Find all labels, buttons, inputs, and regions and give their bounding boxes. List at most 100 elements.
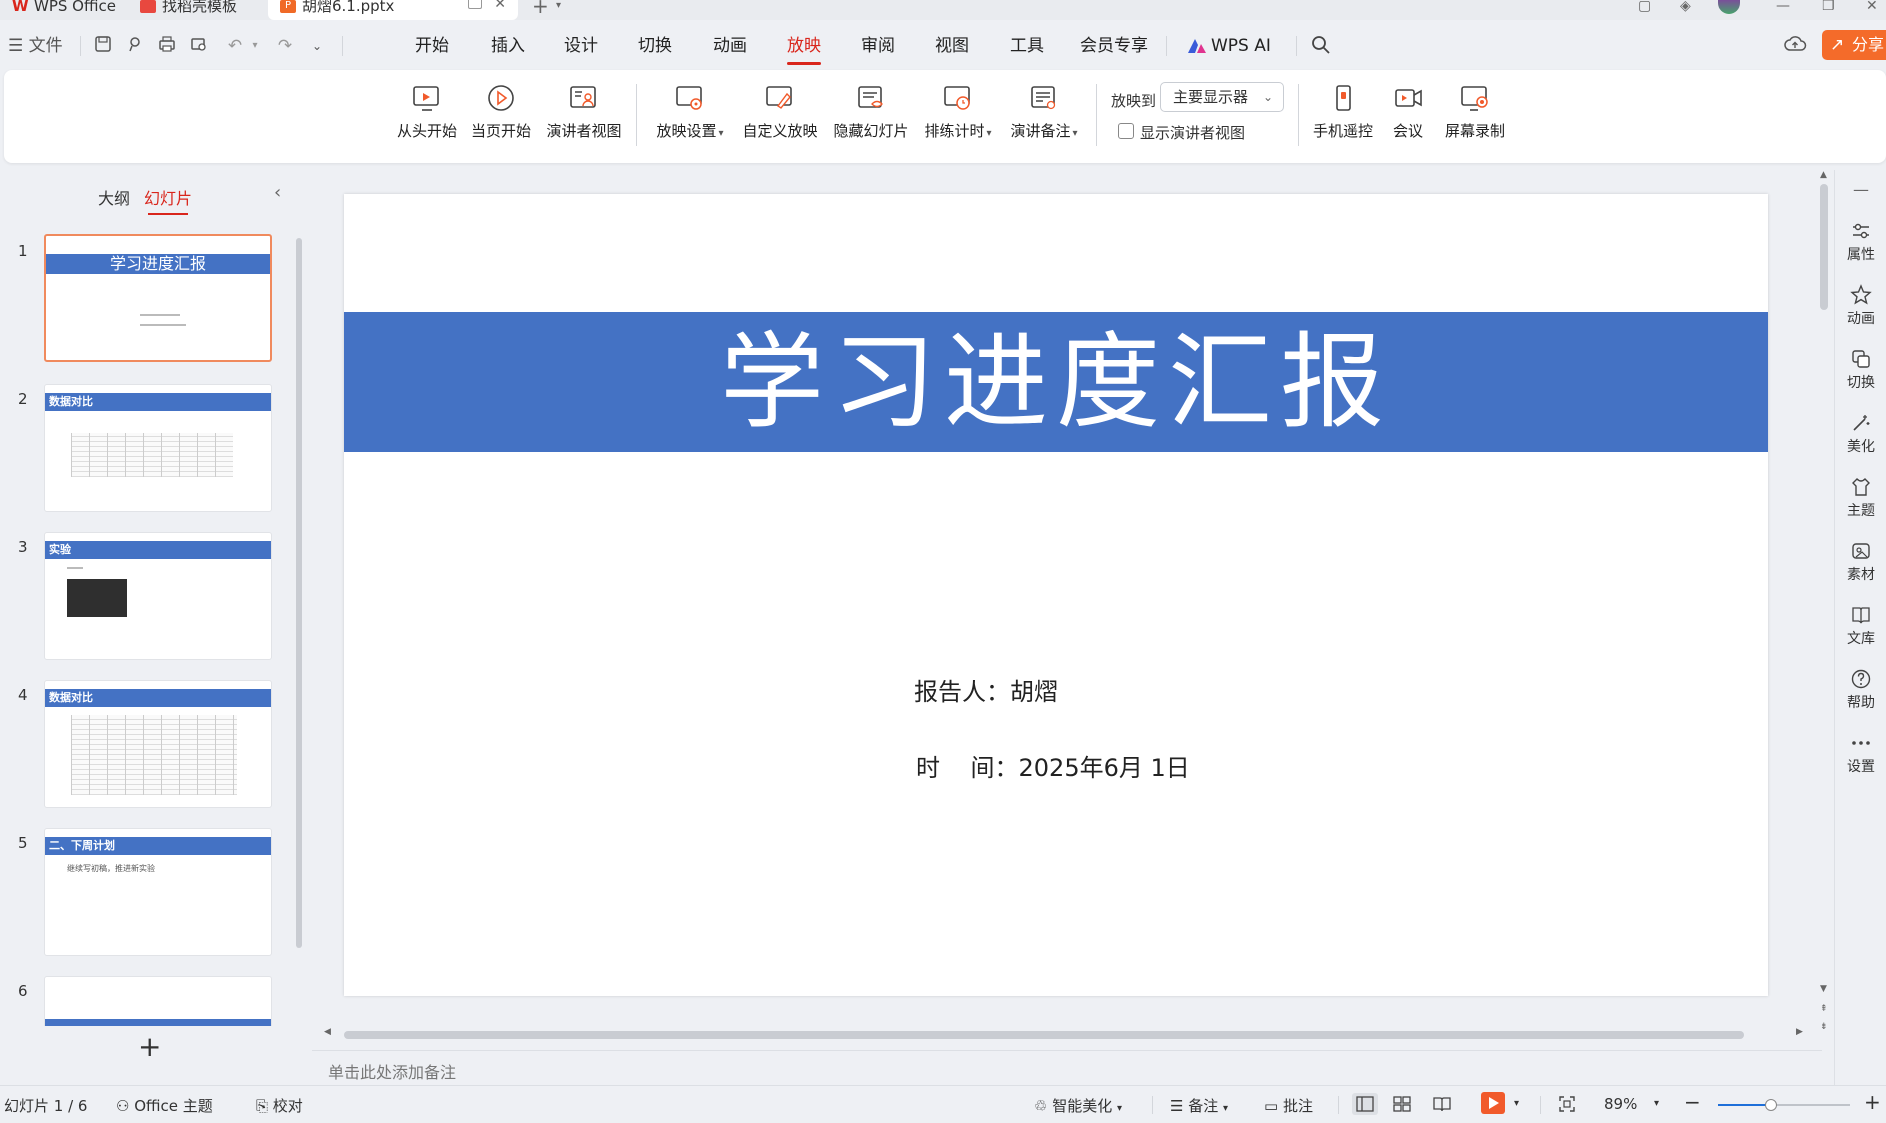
- zoom-out-button[interactable]: −: [1684, 1090, 1701, 1114]
- scroll-up-icon[interactable]: ▲: [1820, 170, 1827, 180]
- phone-remote-button[interactable]: 手机遥控: [1310, 84, 1376, 141]
- add-slide-button[interactable]: +: [138, 1030, 161, 1063]
- date-text[interactable]: 时 间：2025年6月 1日: [916, 748, 1190, 783]
- proofread-button[interactable]: ⎘ 校对: [256, 1095, 303, 1116]
- slide-thumbnail-1[interactable]: 学习进度汇报: [44, 234, 272, 362]
- menu-review[interactable]: 审阅: [861, 34, 895, 58]
- menu-home[interactable]: 开始: [415, 34, 449, 58]
- minimize-pane-icon[interactable]: —: [1853, 180, 1869, 199]
- save-icon[interactable]: [92, 35, 114, 57]
- zoom-in-button[interactable]: +: [1864, 1090, 1881, 1114]
- sidebar-item-properties[interactable]: 属性: [1835, 220, 1886, 264]
- file-menu[interactable]: ☰ 文件: [8, 35, 66, 57]
- slide-thumbnail-3[interactable]: 实验: [44, 532, 272, 660]
- sidebar-item-settings[interactable]: 设置: [1835, 732, 1886, 776]
- theme-indicator[interactable]: ⚇ Office 主题: [116, 1095, 213, 1116]
- current-slide[interactable]: 学习进度汇报 报告人：胡熠 时 间：2025年6月 1日: [344, 194, 1768, 996]
- present-to-select[interactable]: 主要显示器 ⌄: [1160, 82, 1284, 112]
- start-from-current-button[interactable]: 当页开始: [466, 84, 536, 141]
- print-preview-icon[interactable]: [188, 35, 210, 57]
- custom-show-button[interactable]: 自定义放映: [738, 84, 822, 141]
- notes-toggle-button[interactable]: ☰ 备注 ▾: [1170, 1095, 1228, 1116]
- quick-access-chevron-icon[interactable]: ⌄: [306, 35, 328, 57]
- notes-pane[interactable]: 单击此处添加备注: [312, 1050, 1822, 1084]
- avatar[interactable]: [1718, 0, 1740, 14]
- reading-view-button[interactable]: [1432, 1095, 1452, 1117]
- slide-thumbnail-5[interactable]: 二、下周计划 继续写初稿，推进新实验: [44, 828, 272, 956]
- sidebar-item-help[interactable]: 帮助: [1835, 668, 1886, 712]
- new-tab-icon[interactable]: +: [532, 0, 549, 16]
- menu-slideshow[interactable]: 放映: [787, 34, 821, 65]
- start-from-beginning-button[interactable]: 从头开始: [392, 84, 462, 141]
- thumbnail-scrollbar[interactable]: [296, 238, 302, 948]
- previous-slide-icon[interactable]: ⇞: [1820, 1004, 1828, 1014]
- tab-outline[interactable]: 大纲: [98, 185, 130, 209]
- comments-button[interactable]: ▭ 批注: [1264, 1095, 1313, 1116]
- search-icon[interactable]: [1310, 35, 1332, 57]
- scroll-down-icon[interactable]: ▼: [1820, 984, 1827, 994]
- sidebar-item-theme[interactable]: 主题: [1835, 476, 1886, 520]
- menu-animations[interactable]: 动画: [713, 34, 747, 58]
- sidebar-item-transition[interactable]: 切换: [1835, 348, 1886, 392]
- vertical-scrollbar[interactable]: [1820, 184, 1828, 310]
- sidebar-item-animation[interactable]: 动画: [1835, 284, 1886, 328]
- export-icon[interactable]: [124, 35, 146, 57]
- zoom-options-chevron-icon[interactable]: ▾: [1654, 1098, 1659, 1109]
- slideshow-options-chevron-icon[interactable]: ▾: [1514, 1098, 1519, 1109]
- meeting-button[interactable]: 会议: [1382, 84, 1434, 141]
- horizontal-scrollbar[interactable]: [344, 1031, 1744, 1039]
- sidebar-item-assets[interactable]: 素材: [1835, 540, 1886, 584]
- zoom-level[interactable]: 89%: [1604, 1095, 1637, 1113]
- menu-wps-ai[interactable]: WPS AI: [1187, 34, 1271, 58]
- monitor-icon[interactable]: [468, 0, 482, 9]
- speaker-notes-button[interactable]: 演讲备注 ▾: [1004, 84, 1084, 141]
- reporter-text[interactable]: 报告人：胡熠: [914, 672, 1058, 707]
- scroll-right-icon[interactable]: ▶: [1796, 1027, 1803, 1037]
- show-presenter-view-checkbox[interactable]: [1118, 123, 1134, 139]
- menu-transitions[interactable]: 切换: [638, 34, 672, 58]
- tab-list-chevron-icon[interactable]: ▾: [556, 0, 561, 12]
- play-slideshow-button[interactable]: [1481, 1092, 1505, 1114]
- sidebar-item-library[interactable]: 文库: [1835, 604, 1886, 648]
- window-close-icon[interactable]: ✕: [1866, 0, 1878, 13]
- menu-member[interactable]: 会员专享: [1080, 34, 1148, 58]
- undo-chevron-icon[interactable]: ▾: [244, 35, 266, 57]
- print-icon[interactable]: [156, 35, 178, 57]
- menu-insert[interactable]: 插入: [491, 34, 525, 58]
- cloud-sync-icon[interactable]: [1784, 35, 1807, 57]
- slide-thumbnail-2[interactable]: 数据对比: [44, 384, 272, 512]
- tab-slides[interactable]: 幻灯片: [144, 185, 192, 215]
- slide-sorter-button[interactable]: [1392, 1095, 1412, 1117]
- screen-record-button[interactable]: 屏幕录制: [1440, 84, 1510, 141]
- zoom-slider[interactable]: [1718, 1099, 1850, 1111]
- scroll-left-icon[interactable]: ◀: [324, 1027, 331, 1037]
- zoom-slider-handle[interactable]: [1764, 1099, 1777, 1111]
- cube-icon[interactable]: ◈: [1680, 0, 1691, 13]
- share-button[interactable]: ↗ 分享: [1822, 30, 1886, 60]
- presenter-view-button[interactable]: 演讲者视图: [542, 84, 626, 141]
- slide-thumbnail-4[interactable]: 数据对比: [44, 680, 272, 808]
- slide-title[interactable]: 学习进度汇报: [344, 312, 1768, 452]
- window-layout-icon[interactable]: ▢: [1638, 0, 1651, 13]
- next-slide-icon[interactable]: ⇟: [1820, 1022, 1828, 1032]
- undo-icon[interactable]: ↶: [224, 35, 246, 57]
- tab-template-store[interactable]: 找稻壳模板: [128, 0, 260, 20]
- menu-design[interactable]: 设计: [564, 34, 598, 58]
- fit-to-window-button[interactable]: [1558, 1095, 1576, 1117]
- slide-thumbnail-6[interactable]: [44, 976, 272, 1026]
- redo-icon[interactable]: ↷: [274, 35, 296, 57]
- menu-view[interactable]: 视图: [935, 34, 969, 58]
- close-tab-icon[interactable]: ✕: [494, 0, 506, 11]
- tab-current-document[interactable]: P 胡熠6.1.pptx ✕: [268, 0, 518, 20]
- slideshow-settings-button[interactable]: 放映设置 ▾: [650, 84, 730, 141]
- restore-icon[interactable]: ❐: [1822, 0, 1835, 13]
- normal-view-button[interactable]: [1352, 1093, 1378, 1115]
- minimize-icon[interactable]: —: [1776, 0, 1790, 13]
- tab-wps-office[interactable]: W WPS Office: [0, 0, 120, 20]
- hide-slide-button[interactable]: 隐藏幻灯片: [828, 84, 914, 141]
- collapse-panel-chevron-icon[interactable]: ‹: [274, 182, 281, 203]
- smart-beautify-button[interactable]: ♲ 智能美化 ▾: [1034, 1095, 1122, 1116]
- rehearse-timings-button[interactable]: 排练计时 ▾: [918, 84, 998, 141]
- menu-tools[interactable]: 工具: [1010, 34, 1044, 58]
- sidebar-item-beautify[interactable]: 美化: [1835, 412, 1886, 456]
